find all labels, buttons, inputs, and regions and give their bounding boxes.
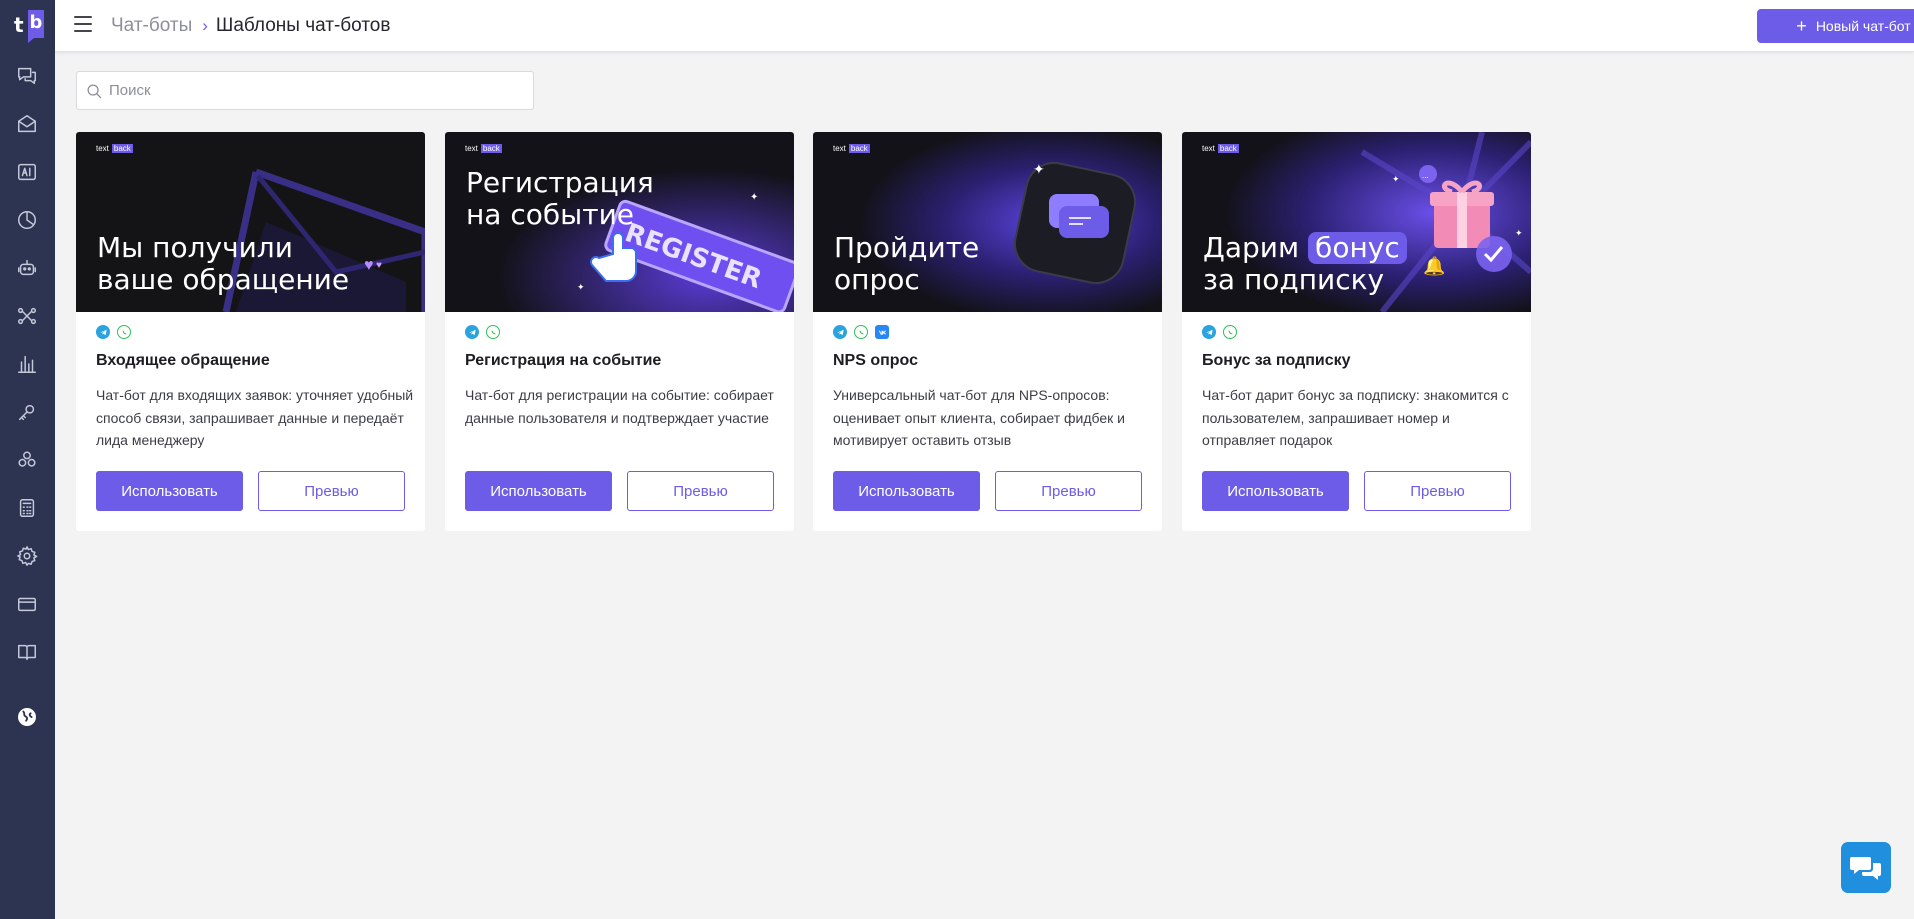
- chevron-right-icon: ›: [202, 16, 208, 35]
- card-banner: ✦ text back Пройдите опрос: [813, 132, 1162, 312]
- svg-text:✦: ✦: [750, 192, 758, 203]
- card-title: Регистрация на событие: [465, 352, 662, 369]
- integrations-key-icon[interactable]: [15, 400, 39, 424]
- topbar: Чат-боты › Шаблоны чат-ботов + Новый чат…: [55, 0, 1914, 52]
- svg-text:...: ...: [1422, 171, 1429, 180]
- statistics-icon[interactable]: [15, 352, 39, 376]
- card-title: NPS опрос: [833, 352, 919, 369]
- plus-icon: +: [1796, 16, 1807, 36]
- new-chatbot-label: Новый чат-бот: [1815, 18, 1911, 34]
- template-card: ♥ ♥ text back Мы получили ваше обращение В…: [76, 132, 425, 531]
- card-title: Бонус за подписку: [1202, 352, 1351, 369]
- use-template-button[interactable]: Использовать: [465, 471, 612, 511]
- new-chatbot-button[interactable]: + Новый чат-бот: [1757, 9, 1914, 43]
- mailing-icon[interactable]: [15, 112, 39, 136]
- textback-brand-mark: text back: [465, 144, 502, 153]
- search-icon: [87, 84, 102, 99]
- calculator-icon[interactable]: [15, 496, 39, 520]
- whatsapp-icon: [854, 325, 868, 339]
- card-banner: REGISTER ✦ ✦ text back Регистрация на собы…: [445, 132, 794, 312]
- channel-list: [833, 325, 896, 339]
- textback-brand-mark: text back: [1202, 144, 1239, 153]
- billing-card-icon[interactable]: [15, 592, 39, 616]
- textback-logo[interactable]: t b: [14, 10, 44, 43]
- use-template-button[interactable]: Использовать: [1202, 471, 1349, 511]
- card-title: Входящее обращение: [96, 352, 270, 369]
- settings-gear-icon[interactable]: [15, 544, 39, 568]
- textback-brand-mark: text back: [96, 144, 133, 153]
- preview-button[interactable]: Превью: [258, 471, 405, 511]
- telegram-icon: [465, 325, 479, 339]
- banner-heading: Мы получили ваше обращение: [97, 231, 350, 296]
- logo-letter-b: b: [28, 10, 44, 43]
- template-card: REGISTER ✦ ✦ text back Регистрация на собы…: [445, 132, 794, 531]
- svg-text:✦: ✦: [1392, 174, 1400, 184]
- banner-heading: Регистрация на событие: [466, 166, 654, 231]
- card-description: Чат-бот для входящих заявок: уточняет уд…: [96, 387, 414, 448]
- svg-text:✦: ✦: [1515, 228, 1523, 238]
- logo-letter-t: t: [14, 13, 24, 37]
- knowledge-book-icon[interactable]: [15, 640, 39, 664]
- chats-icon[interactable]: [15, 64, 39, 88]
- search-input[interactable]: [109, 72, 519, 109]
- telegram-icon: [1202, 325, 1216, 339]
- channel-list: [1202, 325, 1244, 339]
- banner-heading: Пройдите опрос: [834, 231, 980, 296]
- analytics-icon[interactable]: [15, 208, 39, 232]
- language-globe-icon[interactable]: [15, 705, 39, 729]
- svg-text:✦: ✦: [1033, 161, 1045, 177]
- svg-text:♥: ♥: [376, 260, 382, 271]
- card-description: Чат-бот для регистрации на событие: соби…: [465, 387, 774, 426]
- channel-list: [96, 325, 138, 339]
- funnels-icon[interactable]: [15, 304, 39, 328]
- preview-button[interactable]: Превью: [627, 471, 774, 511]
- card-description: Универсальный чат-бот для NPS-опросов: о…: [833, 387, 1125, 448]
- chat-bubbles-icon: [1850, 856, 1881, 880]
- support-chat-widget[interactable]: [1841, 842, 1891, 893]
- card-banner: ... 🔔 ✦ ✦ text back Дарим бонус за подписк…: [1182, 132, 1531, 312]
- svg-text:🔔: 🔔: [1423, 256, 1445, 276]
- svg-text:✦: ✦: [577, 282, 585, 292]
- vk-icon: [875, 325, 889, 339]
- telegram-icon: [833, 325, 847, 339]
- whatsapp-icon: [1223, 325, 1237, 339]
- textback-brand-mark: text back: [833, 144, 870, 153]
- widgets-icon[interactable]: [15, 448, 39, 472]
- ai-icon[interactable]: [15, 160, 39, 184]
- preview-button[interactable]: Превью: [995, 471, 1142, 511]
- telegram-icon: [96, 325, 110, 339]
- preview-button[interactable]: Превью: [1364, 471, 1511, 511]
- card-description: Чат-бот дарит бонус за подписку: знакоми…: [1202, 387, 1509, 448]
- menu-burger-icon[interactable]: [74, 16, 92, 32]
- whatsapp-icon: [486, 325, 500, 339]
- channel-list: [465, 325, 507, 339]
- template-card: ... 🔔 ✦ ✦ text back Дарим бонус за подписк…: [1182, 132, 1531, 531]
- search-box: [76, 71, 534, 110]
- sidebar: t b: [0, 0, 55, 919]
- svg-text:♥: ♥: [364, 257, 374, 274]
- page-title: Шаблоны чат-ботов: [215, 15, 391, 36]
- chatbot-icon[interactable]: [15, 256, 39, 280]
- template-card: ✦ text back Пройдите опрос NPS опрос Униве…: [813, 132, 1162, 531]
- use-template-button[interactable]: Использовать: [833, 471, 980, 511]
- banner-heading: Дарим бонус за подписку: [1203, 232, 1407, 296]
- card-banner: ♥ ♥ text back Мы получили ваше обращение: [76, 132, 425, 312]
- whatsapp-icon: [117, 325, 131, 339]
- breadcrumb: Чат-боты › Шаблоны чат-ботов: [111, 13, 390, 39]
- use-template-button[interactable]: Использовать: [96, 471, 243, 511]
- breadcrumb-parent-link[interactable]: Чат-боты: [111, 15, 192, 37]
